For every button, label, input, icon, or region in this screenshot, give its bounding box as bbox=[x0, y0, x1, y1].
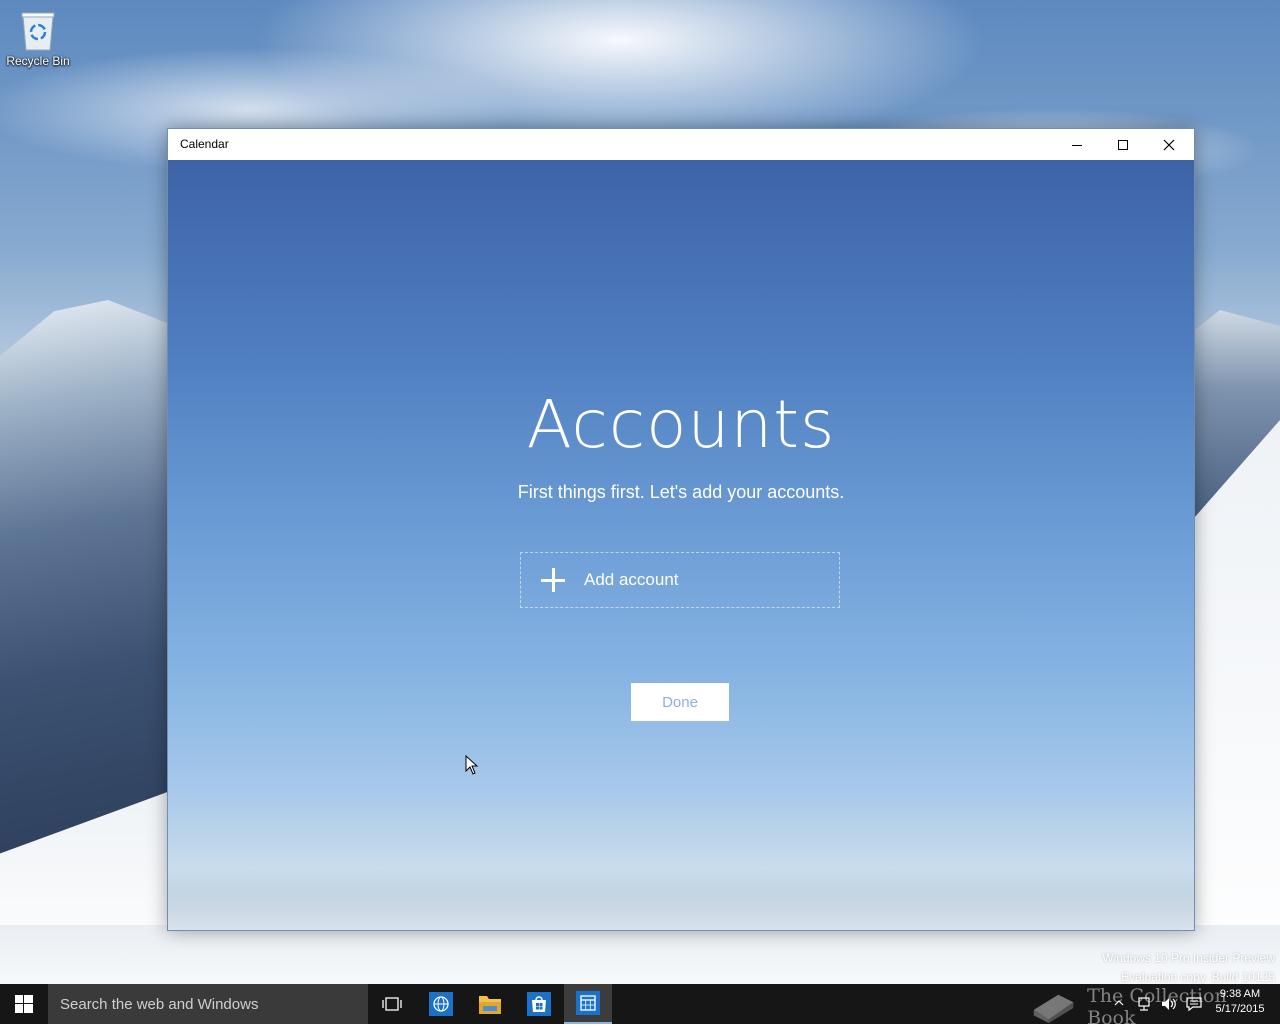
plus-icon bbox=[541, 568, 565, 592]
book-icon bbox=[1033, 994, 1074, 1024]
accounts-setup-pane: Accounts First things first. Let's add y… bbox=[168, 160, 1194, 930]
volume-icon[interactable] bbox=[1160, 996, 1178, 1012]
add-account-label: Add account bbox=[584, 570, 679, 589]
window-title: Calendar bbox=[180, 137, 229, 151]
task-view-button[interactable] bbox=[368, 984, 416, 1024]
mouse-cursor-icon bbox=[465, 755, 479, 775]
tray-clock[interactable]: 9:38 AM 5/17/2015 bbox=[1208, 988, 1272, 1015]
minimize-button[interactable] bbox=[1054, 129, 1100, 160]
show-hidden-icons-icon[interactable] bbox=[1114, 998, 1124, 1008]
done-button[interactable]: Done bbox=[631, 683, 729, 721]
taskbar-search-box[interactable]: Search the web and Windows bbox=[48, 984, 368, 1024]
minimize-icon bbox=[1072, 144, 1082, 146]
start-button[interactable] bbox=[0, 984, 48, 1024]
task-view-icon bbox=[382, 997, 402, 1011]
folder-icon bbox=[479, 996, 501, 1014]
network-icon[interactable] bbox=[1136, 996, 1152, 1012]
taskbar-calendar-button[interactable] bbox=[564, 984, 612, 1024]
maximize-button[interactable] bbox=[1100, 129, 1146, 160]
action-center-icon[interactable] bbox=[1186, 996, 1202, 1012]
wallpaper-snow-bottom bbox=[0, 925, 1280, 984]
pane-bottom-fade bbox=[168, 890, 1194, 930]
watermark-line-1: Windows 10 Pro Insider Preview bbox=[1102, 951, 1275, 965]
add-account-button[interactable]: Add account bbox=[520, 552, 840, 608]
taskbar-file-explorer-button[interactable] bbox=[466, 984, 514, 1024]
calendar-window: Calendar Accounts First things first. Le… bbox=[167, 128, 1195, 931]
taskbar: Search the web and Windows The Collectio… bbox=[0, 984, 1280, 1029]
clock-time: 9:38 AM bbox=[1219, 988, 1261, 1000]
taskbar-store-button[interactable] bbox=[515, 984, 563, 1024]
os-watermark: Windows 10 Pro Insider Preview Evaluatio… bbox=[1102, 949, 1275, 987]
page-title: Accounts bbox=[526, 386, 836, 463]
desktop-icon-recycle-bin[interactable]: Recycle Bin bbox=[4, 8, 72, 68]
store-bag-icon bbox=[527, 992, 551, 1016]
recycle-bin-icon bbox=[19, 8, 57, 52]
page-subtitle: First things first. Let's add your accou… bbox=[517, 482, 845, 502]
recycle-bin-label: Recycle Bin bbox=[6, 54, 70, 68]
windows-logo-icon bbox=[15, 995, 33, 1013]
calendar-icon bbox=[576, 991, 600, 1015]
clock-date: 5/17/2015 bbox=[1215, 1003, 1265, 1015]
close-icon bbox=[1163, 139, 1175, 150]
maximize-icon bbox=[1118, 139, 1128, 150]
close-button[interactable] bbox=[1146, 129, 1192, 160]
window-titlebar[interactable]: Calendar bbox=[168, 129, 1194, 160]
search-placeholder: Search the web and Windows bbox=[60, 995, 259, 1013]
wallpaper-mountain-left bbox=[0, 300, 180, 860]
globe-icon bbox=[429, 992, 453, 1016]
taskbar-browser-button[interactable] bbox=[417, 984, 465, 1024]
